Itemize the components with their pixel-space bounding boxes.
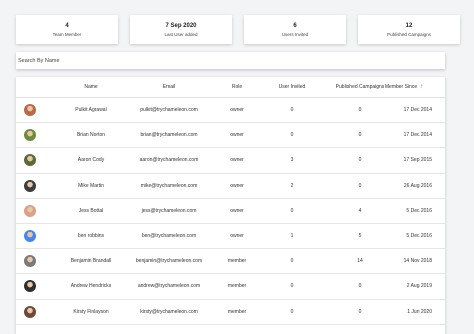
- stats-bar: 4 Team Member 7 Sep 2020 Last User added…: [16, 15, 460, 44]
- member-name: Jess Bottal: [78, 207, 104, 214]
- search-box: [16, 52, 445, 69]
- table-row[interactable]: Mike Martin mike@trychameleon.com owner 2 0 2…: [16, 174, 445, 199]
- avatar: [24, 129, 36, 142]
- member-since-date: 2 Aug 2019: [406, 283, 432, 290]
- avatar: [24, 204, 36, 217]
- member-email: pulkit@trychameleon.com: [140, 107, 198, 114]
- member-role: member: [227, 258, 247, 265]
- member-name: Benjamin Brandall: [70, 258, 112, 265]
- member-name: Andrew Hendricks: [70, 283, 112, 290]
- stat-label: Users Invited: [281, 31, 309, 37]
- member-since-date: 17 Dec 2014: [403, 132, 432, 139]
- member-since-date: 5 Dec 2016: [406, 233, 432, 240]
- member-since-date: 17 Dec 2014: [403, 107, 432, 114]
- member-role: member: [227, 308, 247, 315]
- avatar-cell: [20, 123, 40, 147]
- member-since-date: 17 Sep 2015: [403, 157, 432, 164]
- table-row[interactable]: Benjamin Brandall benjamin@trychameleon.c…: [16, 249, 445, 275]
- column-header-member-since[interactable]: Member Since ↑: [368, 77, 440, 97]
- avatar-cell: [20, 174, 40, 198]
- stat-value: 12: [405, 22, 413, 29]
- member-since-date: 26 Aug 2016: [403, 182, 432, 189]
- member-role: owner: [230, 233, 244, 240]
- stat-card-team-member: 4 Team Member: [16, 15, 118, 44]
- table-row[interactable]: Pulkit Agrawal pulkit@trychameleon.com own…: [16, 98, 445, 124]
- member-email: benjamin@trychameleon.com: [135, 258, 203, 265]
- member-name: Brian Norton: [76, 132, 106, 139]
- member-email: ben@trychameleon.com: [141, 233, 197, 240]
- sort-arrow-up-icon[interactable]: ↑: [420, 84, 423, 90]
- table-row[interactable]: Aaron Cody aaron@trychameleon.com owner 3 0 1…: [16, 148, 445, 174]
- member-since-date: 5 Dec 2016: [406, 207, 432, 214]
- search-input[interactable]: [16, 52, 445, 69]
- stat-card-last-user-added: 7 Sep 2020 Last User added: [130, 15, 232, 44]
- avatar-cell: [20, 300, 40, 324]
- table-row[interactable]: Jess Bottal jess@trychameleon.com owner 0 4 5…: [16, 199, 445, 224]
- member-role: owner: [230, 207, 244, 214]
- table-body: Pulkit Agrawal pulkit@trychameleon.com own…: [16, 98, 445, 325]
- avatar-cell: [20, 249, 40, 273]
- column-header-role[interactable]: Role: [212, 77, 262, 97]
- member-email: jess@trychameleon.com: [141, 207, 197, 214]
- stat-card-users-invited: 6 Users Invited: [244, 15, 346, 44]
- member-name: Mike Martin: [78, 182, 104, 189]
- table-header: Name Email Role User Invited Published C…: [16, 77, 445, 98]
- avatar: [24, 230, 36, 243]
- avatar: [24, 104, 36, 117]
- stat-card-published-campaigns: 12 Published Campaigns: [358, 15, 460, 44]
- avatar-cell: [20, 224, 40, 248]
- stat-value: 7 Sep 2020: [165, 22, 197, 29]
- member-role: owner: [230, 132, 244, 139]
- avatar: [24, 305, 36, 318]
- member-since-date: 14 Nov 2018: [403, 258, 432, 265]
- column-header-member-since-label: Member Since: [384, 84, 418, 90]
- column-header-name[interactable]: Name: [56, 77, 126, 97]
- member-role: owner: [230, 182, 244, 189]
- avatar-cell: [20, 148, 40, 172]
- members-table: Name Email Role User Invited Published C…: [16, 77, 445, 334]
- table-row[interactable]: Brian Norton brian@trychameleon.com owner 0…: [16, 123, 445, 149]
- member-email: mike@trychameleon.com: [140, 182, 198, 189]
- member-role: owner: [230, 107, 244, 114]
- member-email: aaron@trychameleon.com: [139, 157, 199, 164]
- avatar-cell: [20, 274, 40, 298]
- table-row[interactable]: ben robbins ben@trychameleon.com owner 1 5 5 …: [16, 224, 445, 250]
- stat-label: Team Member: [52, 31, 82, 37]
- avatar: [24, 255, 36, 268]
- avatar-cell: [20, 199, 40, 223]
- member-name: Pulkit Agrawal: [75, 107, 107, 114]
- member-since-date: 1 Jun 2020: [407, 308, 432, 315]
- avatar-cell: [20, 98, 40, 122]
- member-role: owner: [230, 157, 244, 164]
- table-row[interactable]: Andrew Hendricks andrew@trychameleon.com m…: [16, 274, 445, 300]
- avatar: [24, 280, 36, 293]
- member-name: Aaron Cody: [77, 157, 105, 164]
- member-email: andrew@trychameleon.com: [137, 283, 201, 290]
- table-row[interactable]: Kirsty Finlayson kirsty@trychameleon.com m…: [16, 300, 445, 325]
- stat-value: 6: [293, 22, 297, 29]
- stat-label: Last User added: [164, 31, 198, 37]
- column-header-email[interactable]: Email: [126, 77, 212, 97]
- member-role: member: [227, 283, 247, 290]
- member-email: brian@trychameleon.com: [140, 132, 198, 139]
- avatar: [24, 179, 36, 192]
- member-name: ben robbins: [77, 233, 105, 240]
- member-email: kirsty@trychameleon.com: [140, 308, 198, 315]
- stat-label: Published Campaigns: [387, 31, 431, 37]
- avatar: [24, 154, 36, 167]
- member-name: Kirsty Finlayson: [73, 308, 109, 315]
- stat-value: 4: [65, 22, 69, 29]
